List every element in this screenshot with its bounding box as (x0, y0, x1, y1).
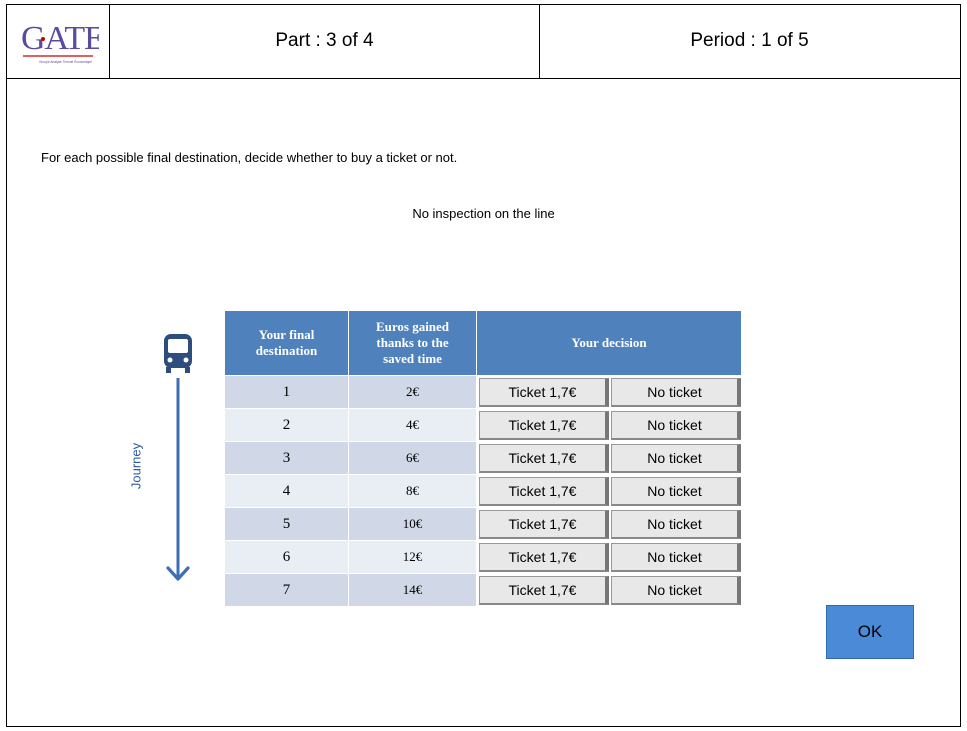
header-decision: Your decision (476, 310, 742, 376)
table-row: 2 4€ Ticket 1,7€ No ticket (224, 408, 742, 442)
destination-cell: 5 (224, 507, 349, 541)
journey-label: Journey (128, 442, 144, 490)
decision-cell: Ticket 1,7€ No ticket (476, 408, 742, 442)
euros-cell: 2€ (348, 375, 477, 409)
no-ticket-button[interactable]: No ticket (611, 509, 741, 539)
euros-cell: 8€ (348, 474, 477, 508)
arrow-down-icon (166, 378, 190, 581)
ticket-button[interactable]: Ticket 1,7€ (479, 575, 609, 605)
ticket-button[interactable]: Ticket 1,7€ (479, 377, 609, 407)
bus-icon (164, 334, 192, 373)
table-row: 5 10€ Ticket 1,7€ No ticket (224, 507, 742, 541)
ticket-button[interactable]: Ticket 1,7€ (479, 476, 609, 506)
euros-cell: 14€ (348, 573, 477, 607)
no-ticket-button[interactable]: No ticket (611, 542, 741, 572)
decision-cell: Ticket 1,7€ No ticket (476, 375, 742, 409)
no-ticket-button[interactable]: No ticket (611, 377, 741, 407)
destination-cell: 2 (224, 408, 349, 442)
journey-graphic (164, 334, 192, 581)
no-ticket-button[interactable]: No ticket (611, 476, 741, 506)
header-bar: GATE Groupe Analyse Théorie Économique P… (6, 4, 961, 79)
decision-cell: Ticket 1,7€ No ticket (476, 507, 742, 541)
decision-table: Your final destination Euros gained thanks… (224, 310, 742, 607)
decision-cell: Ticket 1,7€ No ticket (476, 540, 742, 574)
table-row: 7 14€ Ticket 1,7€ No ticket (224, 573, 742, 607)
table-row: 4 8€ Ticket 1,7€ No ticket (224, 474, 742, 508)
decision-cell: Ticket 1,7€ No ticket (476, 474, 742, 508)
ok-button[interactable]: OK (826, 605, 914, 659)
ticket-button[interactable]: Ticket 1,7€ (479, 443, 609, 473)
svg-text:Groupe Analyse Théorie Économi: Groupe Analyse Théorie Économique (39, 59, 92, 64)
header-euros: Euros gained thanks to the saved time (348, 310, 477, 376)
no-ticket-button[interactable]: No ticket (611, 443, 741, 473)
destination-cell: 7 (224, 573, 349, 607)
table-row: 1 2€ Ticket 1,7€ No ticket (224, 375, 742, 409)
euros-cell: 4€ (348, 408, 477, 442)
period-indicator: Period : 1 of 5 (690, 30, 809, 51)
ticket-button[interactable]: Ticket 1,7€ (479, 410, 609, 440)
logo-cell: GATE Groupe Analyse Théorie Économique (6, 4, 110, 78)
no-ticket-button[interactable]: No ticket (611, 575, 741, 605)
euros-cell: 10€ (348, 507, 477, 541)
inspection-status: No inspection on the line (412, 206, 555, 221)
instruction-text: For each possible final destination, dec… (41, 150, 458, 165)
euros-cell: 6€ (348, 441, 477, 475)
header-destination: Your final destination (224, 310, 349, 376)
destination-cell: 4 (224, 474, 349, 508)
euros-cell: 12€ (348, 540, 477, 574)
ticket-button[interactable]: Ticket 1,7€ (479, 509, 609, 539)
decision-cell: Ticket 1,7€ No ticket (476, 573, 742, 607)
destination-cell: 6 (224, 540, 349, 574)
decision-cell: Ticket 1,7€ No ticket (476, 441, 742, 475)
svg-text:GATE: GATE (21, 20, 99, 57)
destination-cell: 1 (224, 375, 349, 409)
part-indicator: Part : 3 of 4 (110, 4, 540, 78)
no-ticket-button[interactable]: No ticket (611, 410, 741, 440)
ticket-button[interactable]: Ticket 1,7€ (479, 542, 609, 572)
table-row: 3 6€ Ticket 1,7€ No ticket (224, 441, 742, 475)
destination-cell: 3 (224, 441, 349, 475)
table-row: 6 12€ Ticket 1,7€ No ticket (224, 540, 742, 574)
gate-logo: GATE Groupe Analyse Théorie Économique (21, 20, 99, 64)
